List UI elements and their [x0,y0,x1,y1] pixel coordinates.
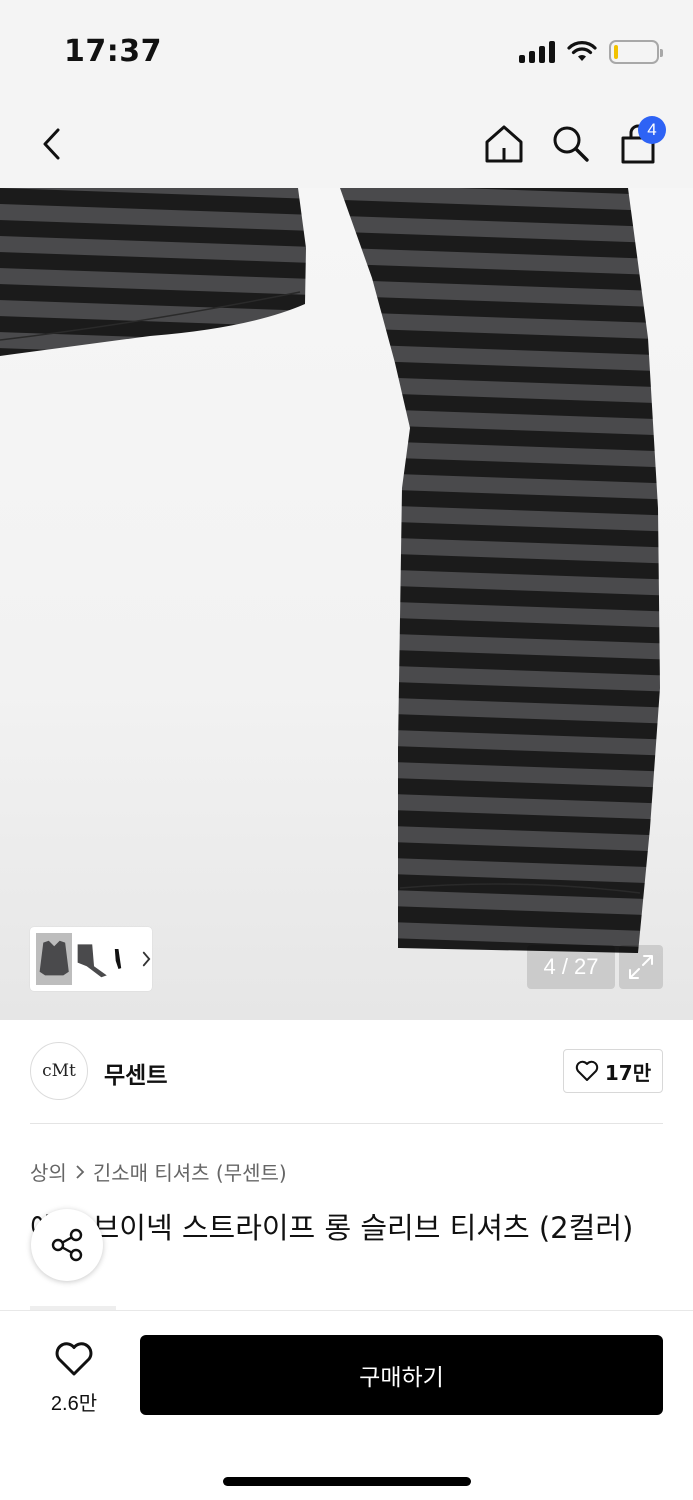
thumbnail-strip[interactable] [30,927,152,991]
product-photo [0,188,660,953]
thumbnail-1[interactable] [36,933,73,985]
cart-button[interactable]: 4 [610,116,666,172]
home-icon [485,125,523,163]
chevron-right-icon [76,1164,85,1179]
brand-logo[interactable]: cMt [30,1042,88,1100]
status-bar: 17:37 [0,0,693,100]
thumbnail-3[interactable] [113,933,131,985]
share-button[interactable] [31,1209,103,1281]
heart-icon [55,1342,93,1376]
image-page-counter: 4 / 27 [527,945,615,989]
cart-count-badge: 4 [638,116,666,144]
share-icon [51,1228,83,1262]
battery-level [614,45,618,59]
wishlist-button[interactable]: 2.6만 [34,1341,114,1416]
bottom-action-bar: 2.6만 구매하기 [0,1310,693,1500]
cellular-signal-icon [519,41,555,63]
brand-name[interactable]: 무센트 [104,1056,167,1090]
battery-icon [609,40,663,64]
breadcrumb-category[interactable]: 상의 [30,1157,67,1186]
product-title: 에코 브이넥 스트라이프 롱 슬리브 티셔츠 (2컬러) [30,1211,634,1245]
brand-row[interactable]: cMt 무센트 17만 [30,1040,663,1124]
expand-icon [629,955,653,979]
search-icon [553,126,589,162]
wishlist-count: 2.6만 [50,1393,98,1415]
breadcrumb-subcategory[interactable]: 긴소매 티셔츠 (무센트) [93,1157,287,1186]
wifi-icon [567,41,597,61]
back-button[interactable] [24,116,80,172]
thumbnail-2[interactable] [74,933,110,985]
heart-icon [575,1060,599,1081]
chevron-right-icon[interactable] [141,949,152,969]
buy-button[interactable]: 구매하기 [140,1335,663,1415]
status-icons [519,40,663,64]
status-time: 17:37 [64,34,162,69]
brand-like-count: 17만 [604,1060,652,1085]
chevron-left-icon [43,128,60,160]
home-button[interactable] [476,116,532,172]
nav-header: 4 [0,100,693,188]
breadcrumb: 상의 긴소매 티셔츠 (무센트) [30,1157,287,1186]
home-indicator[interactable] [223,1477,471,1486]
brand-like-button[interactable]: 17만 [563,1049,663,1093]
expand-button[interactable] [619,945,663,989]
product-image-gallery[interactable]: 4 / 27 [0,188,693,1020]
search-button[interactable] [543,116,599,172]
